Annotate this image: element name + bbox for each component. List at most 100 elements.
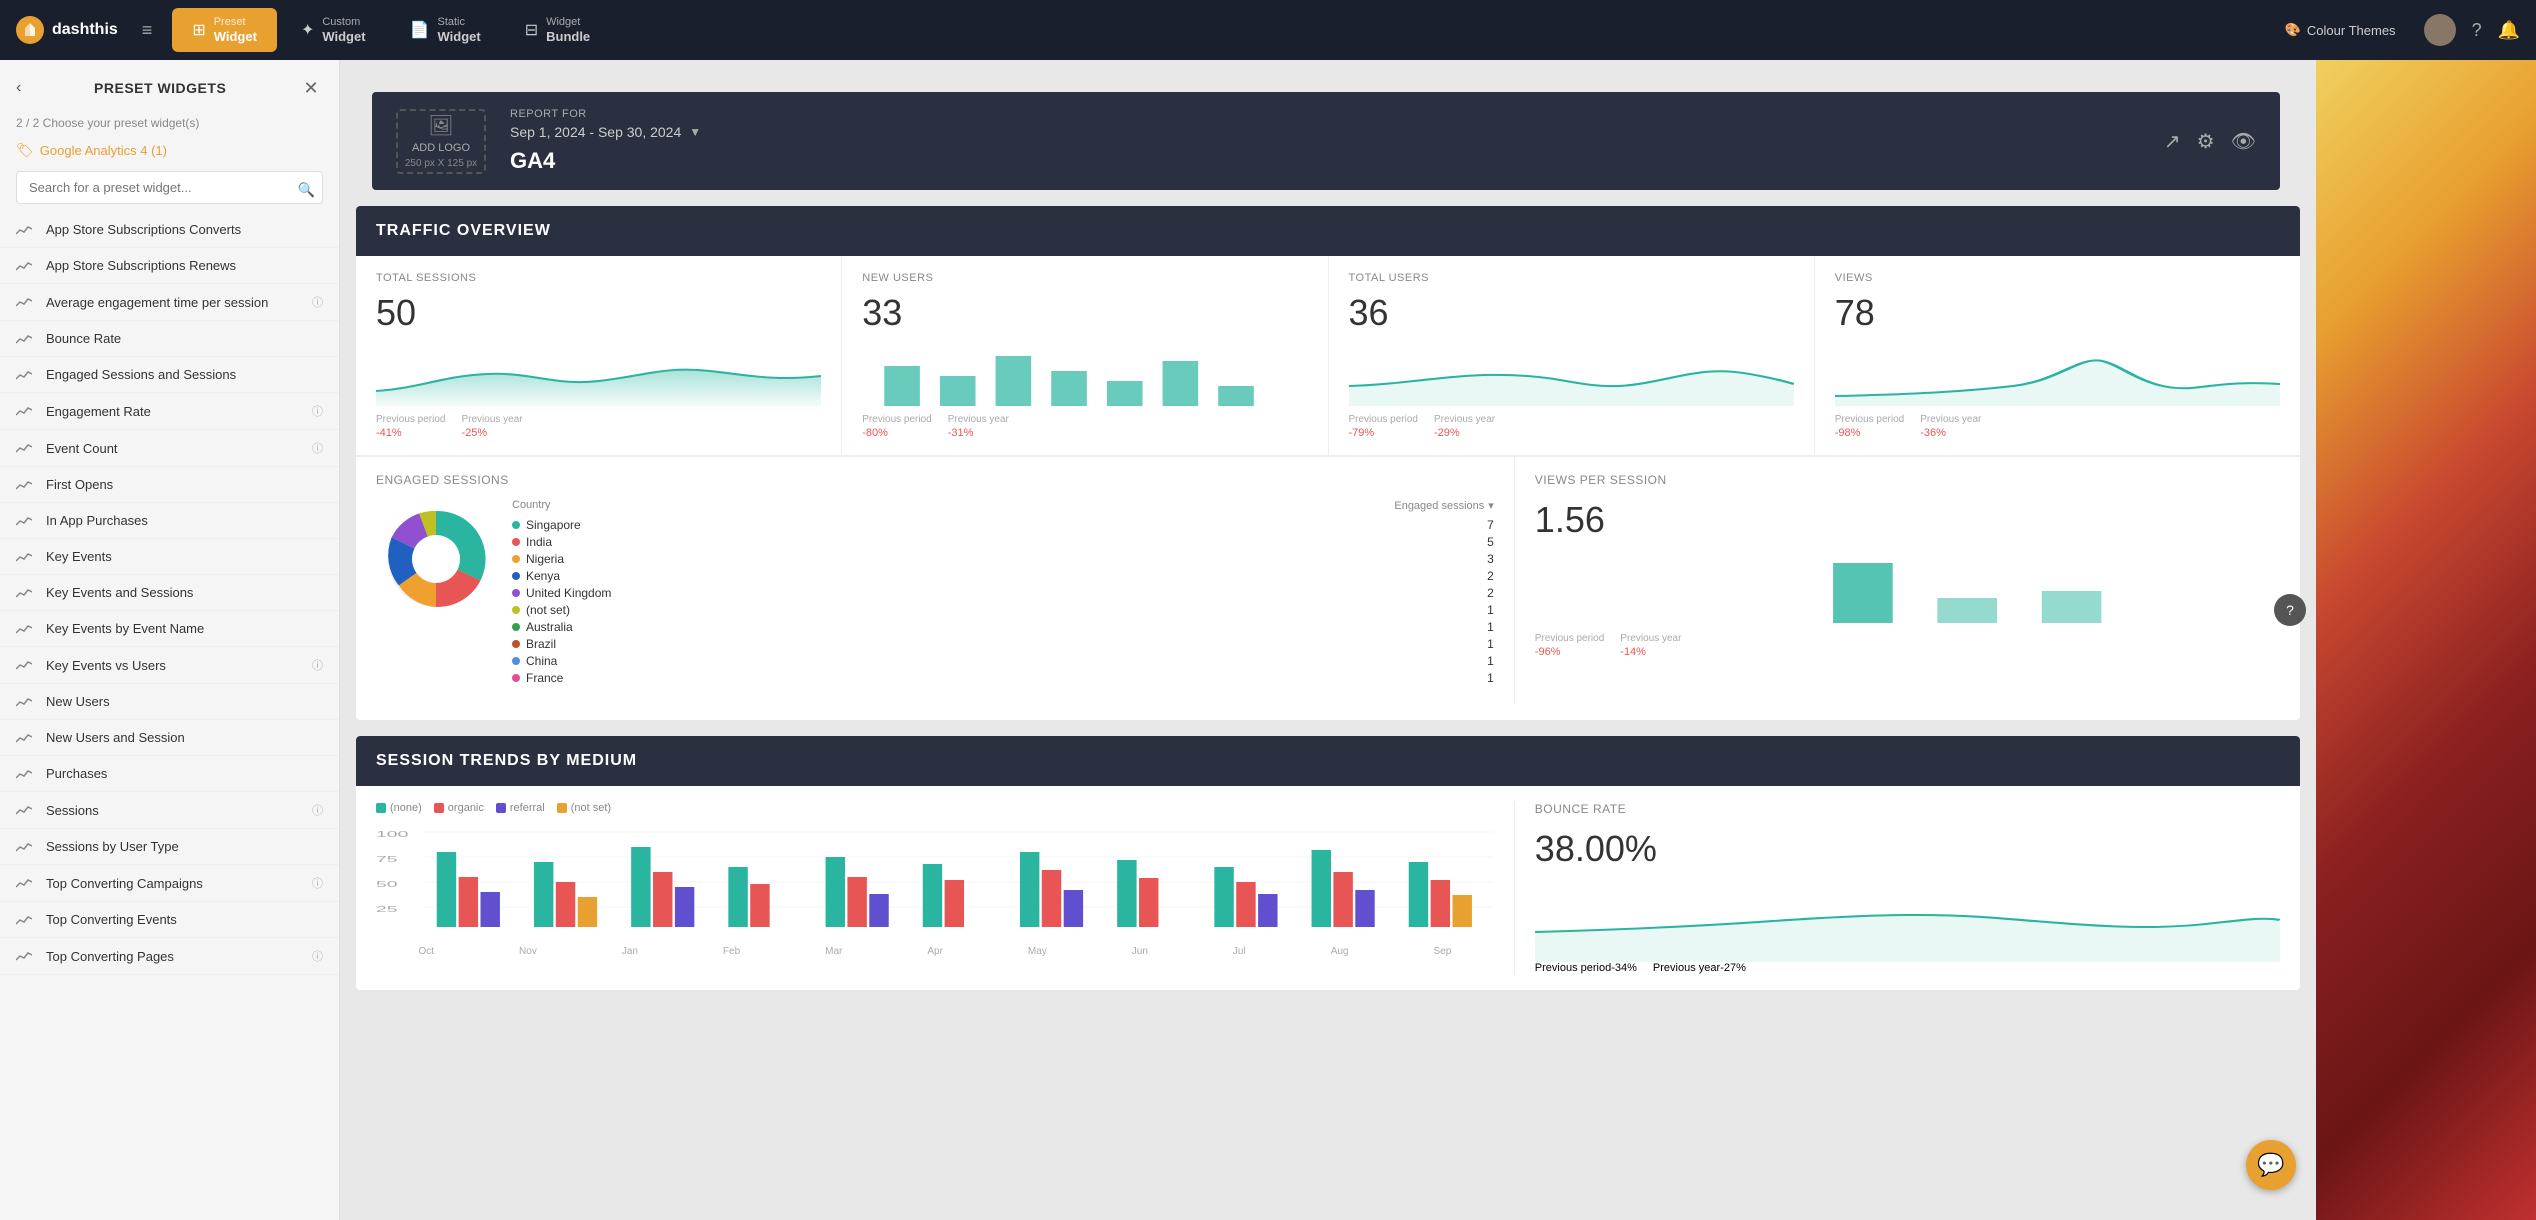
info-icon[interactable]: ⓘ — [312, 875, 323, 891]
trends-chart: (none)organicreferral(not set) 100 75 50… — [376, 802, 1494, 974]
sidebar-item-app-store-subs-renews[interactable]: App Store Subscriptions Renews — [0, 248, 339, 284]
info-icon[interactable]: ⓘ — [312, 403, 323, 419]
tab-custom-widget[interactable]: ✦ Custom Widget — [281, 8, 386, 53]
sidebar-item-label: Top Converting Pages — [46, 949, 174, 964]
sessions-dropdown-icon[interactable]: ▾ — [1488, 499, 1494, 512]
month-label: Jul — [1233, 946, 1246, 957]
dates-dropdown-arrow[interactable]: ▼ — [689, 125, 701, 139]
help-nav-icon[interactable]: ? — [2472, 20, 2482, 41]
tab-static-widget[interactable]: 📄 Static Widget — [390, 8, 501, 53]
sidebar-item-app-store-subs-converts[interactable]: App Store Subscriptions Converts — [0, 212, 339, 248]
sidebar-item-top-converting-campaigns[interactable]: Top Converting Campaigns ⓘ — [0, 865, 339, 902]
sidebar-item-key-events[interactable]: Key Events — [0, 539, 339, 575]
info-icon[interactable]: ⓘ — [312, 948, 323, 964]
country-name: France — [526, 671, 1481, 685]
main-layout: ‹ PRESET WIDGETS ✕ 2 / 2 Choose your pre… — [0, 60, 2536, 1220]
sidebar-item-key-events-event-name[interactable]: Key Events by Event Name — [0, 611, 339, 647]
svg-text:100: 100 — [376, 831, 408, 840]
info-icon[interactable]: ⓘ — [312, 294, 323, 310]
sidebar-item-top-converting-pages[interactable]: Top Converting Pages ⓘ — [0, 938, 339, 975]
sidebar-item-label: Top Converting Campaigns — [46, 876, 203, 891]
sidebar-item-label: New Users and Session — [46, 730, 185, 745]
metrics-row: TOTAL SESSIONS 50 Previous period- — [356, 256, 2300, 456]
sidebar-item-label: First Opens — [46, 477, 113, 492]
country-value: 2 — [1487, 586, 1494, 600]
top-nav: dashthis ≡ ⊞ Preset Widget ✦ Custom Widg… — [0, 0, 2536, 60]
colour-themes-button[interactable]: 🎨 Colour Themes — [2273, 16, 2408, 44]
image-icon: 🖼 — [428, 113, 453, 138]
custom-tab-label: Custom Widget — [322, 16, 365, 45]
month-label: Sep — [1433, 946, 1451, 957]
item-chart-icon — [16, 586, 36, 600]
chat-button[interactable]: 💬 — [2246, 1140, 2296, 1190]
month-label: Mar — [825, 946, 842, 957]
info-icon[interactable]: ⓘ — [312, 657, 323, 673]
item-chart-icon — [16, 731, 36, 745]
country-name: China — [526, 654, 1481, 668]
country-name: Nigeria — [526, 552, 1481, 566]
sidebar-item-sessions[interactable]: Sessions ⓘ — [0, 792, 339, 829]
new-users-prev: Previous period-80% Previous year-31% — [862, 414, 1307, 439]
sidebar-item-first-opens[interactable]: First Opens — [0, 467, 339, 503]
sidebar-item-avg-engagement-time[interactable]: Average engagement time per session ⓘ — [0, 284, 339, 321]
static-tab-label: Static Widget — [437, 16, 480, 45]
settings-icon[interactable]: ⚙ — [2197, 129, 2215, 154]
sidebar-item-engagement-rate[interactable]: Engagement Rate ⓘ — [0, 393, 339, 430]
country-dot — [512, 606, 520, 614]
bundle-tab-icon: ⊟ — [525, 20, 538, 40]
country-row: Brazil 1 — [512, 637, 1494, 651]
country-rows: Singapore 7 India 5 Nigeria 3 Kenya 2 Un… — [512, 518, 1494, 685]
user-avatar[interactable] — [2424, 14, 2456, 46]
tab-widget-bundle[interactable]: ⊟ Widget Bundle — [505, 8, 610, 53]
legend-dot — [376, 803, 386, 813]
item-chart-icon — [16, 368, 36, 382]
month-label: Jan — [622, 946, 638, 957]
eye-icon[interactable]: 👁 — [2231, 129, 2256, 154]
sidebar-item-in-app-purchases[interactable]: In App Purchases — [0, 503, 339, 539]
trends-content: (none)organicreferral(not set) 100 75 50… — [356, 786, 2300, 990]
country-row: Singapore 7 — [512, 518, 1494, 532]
item-chart-icon — [16, 658, 36, 672]
search-input[interactable] — [16, 171, 323, 204]
tab-preset-widget[interactable]: ⊞ Preset Widget — [172, 8, 277, 53]
pie-chart — [376, 499, 496, 619]
sidebar-item-new-users-session[interactable]: New Users and Session — [0, 720, 339, 756]
country-name: Kenya — [526, 569, 1481, 583]
logo-icon — [16, 16, 44, 44]
report-dates: Sep 1, 2024 - Sep 30, 2024 ▼ — [510, 124, 701, 140]
info-icon[interactable]: ⓘ — [312, 440, 323, 456]
metric-total-users: TOTAL USERS 36 Previous period-79% Pr — [1329, 256, 1815, 455]
info-icon[interactable]: ⓘ — [312, 802, 323, 818]
views-prev: Previous period-98% Previous year-36% — [1835, 414, 2280, 439]
sidebar-title: PRESET WIDGETS — [94, 80, 226, 96]
legend-label: organic — [448, 802, 484, 814]
sidebar-item-label: Key Events vs Users — [46, 658, 166, 673]
sidebar-close-button[interactable]: ✕ — [299, 76, 323, 100]
country-dot — [512, 555, 520, 563]
sidebar-item-new-users[interactable]: New Users — [0, 684, 339, 720]
country-value: 1 — [1487, 654, 1494, 668]
sidebar-item-top-converting-events[interactable]: Top Converting Events — [0, 902, 339, 938]
sidebar-item-engaged-sessions[interactable]: Engaged Sessions and Sessions — [0, 357, 339, 393]
item-chart-icon — [16, 949, 36, 963]
share-icon[interactable]: ↗ — [2164, 129, 2181, 154]
sidebar-item-bounce-rate[interactable]: Bounce Rate — [0, 321, 339, 357]
sidebar-item-event-count[interactable]: Event Count ⓘ — [0, 430, 339, 467]
sidebar-item-key-events-vs-users[interactable]: Key Events vs Users ⓘ — [0, 647, 339, 684]
notifications-icon[interactable]: 🔔 — [2498, 20, 2520, 41]
logo-text: dashthis — [52, 21, 118, 39]
metric-total-sessions: TOTAL SESSIONS 50 Previous period- — [356, 256, 842, 455]
country-legend: Country Engaged sessions ▾ Singapore 7 — [512, 499, 1494, 688]
sidebar-item-purchases[interactable]: Purchases — [0, 756, 339, 792]
country-name: India — [526, 535, 1481, 549]
item-chart-icon — [16, 478, 36, 492]
country-row: Nigeria 3 — [512, 552, 1494, 566]
sidebar-ga-label: 🏷 Google Analytics 4 (1) — [0, 138, 339, 167]
svg-text:25: 25 — [376, 906, 398, 915]
colour-themes-panel — [2316, 60, 2536, 1220]
hamburger-icon[interactable]: ≡ — [142, 20, 153, 41]
sidebar-item-sessions-user-type[interactable]: Sessions by User Type — [0, 829, 339, 865]
sidebar-item-key-events-sessions[interactable]: Key Events and Sessions — [0, 575, 339, 611]
sidebar-back-button[interactable]: ‹ — [16, 79, 21, 97]
help-button[interactable]: ? — [2274, 594, 2306, 626]
